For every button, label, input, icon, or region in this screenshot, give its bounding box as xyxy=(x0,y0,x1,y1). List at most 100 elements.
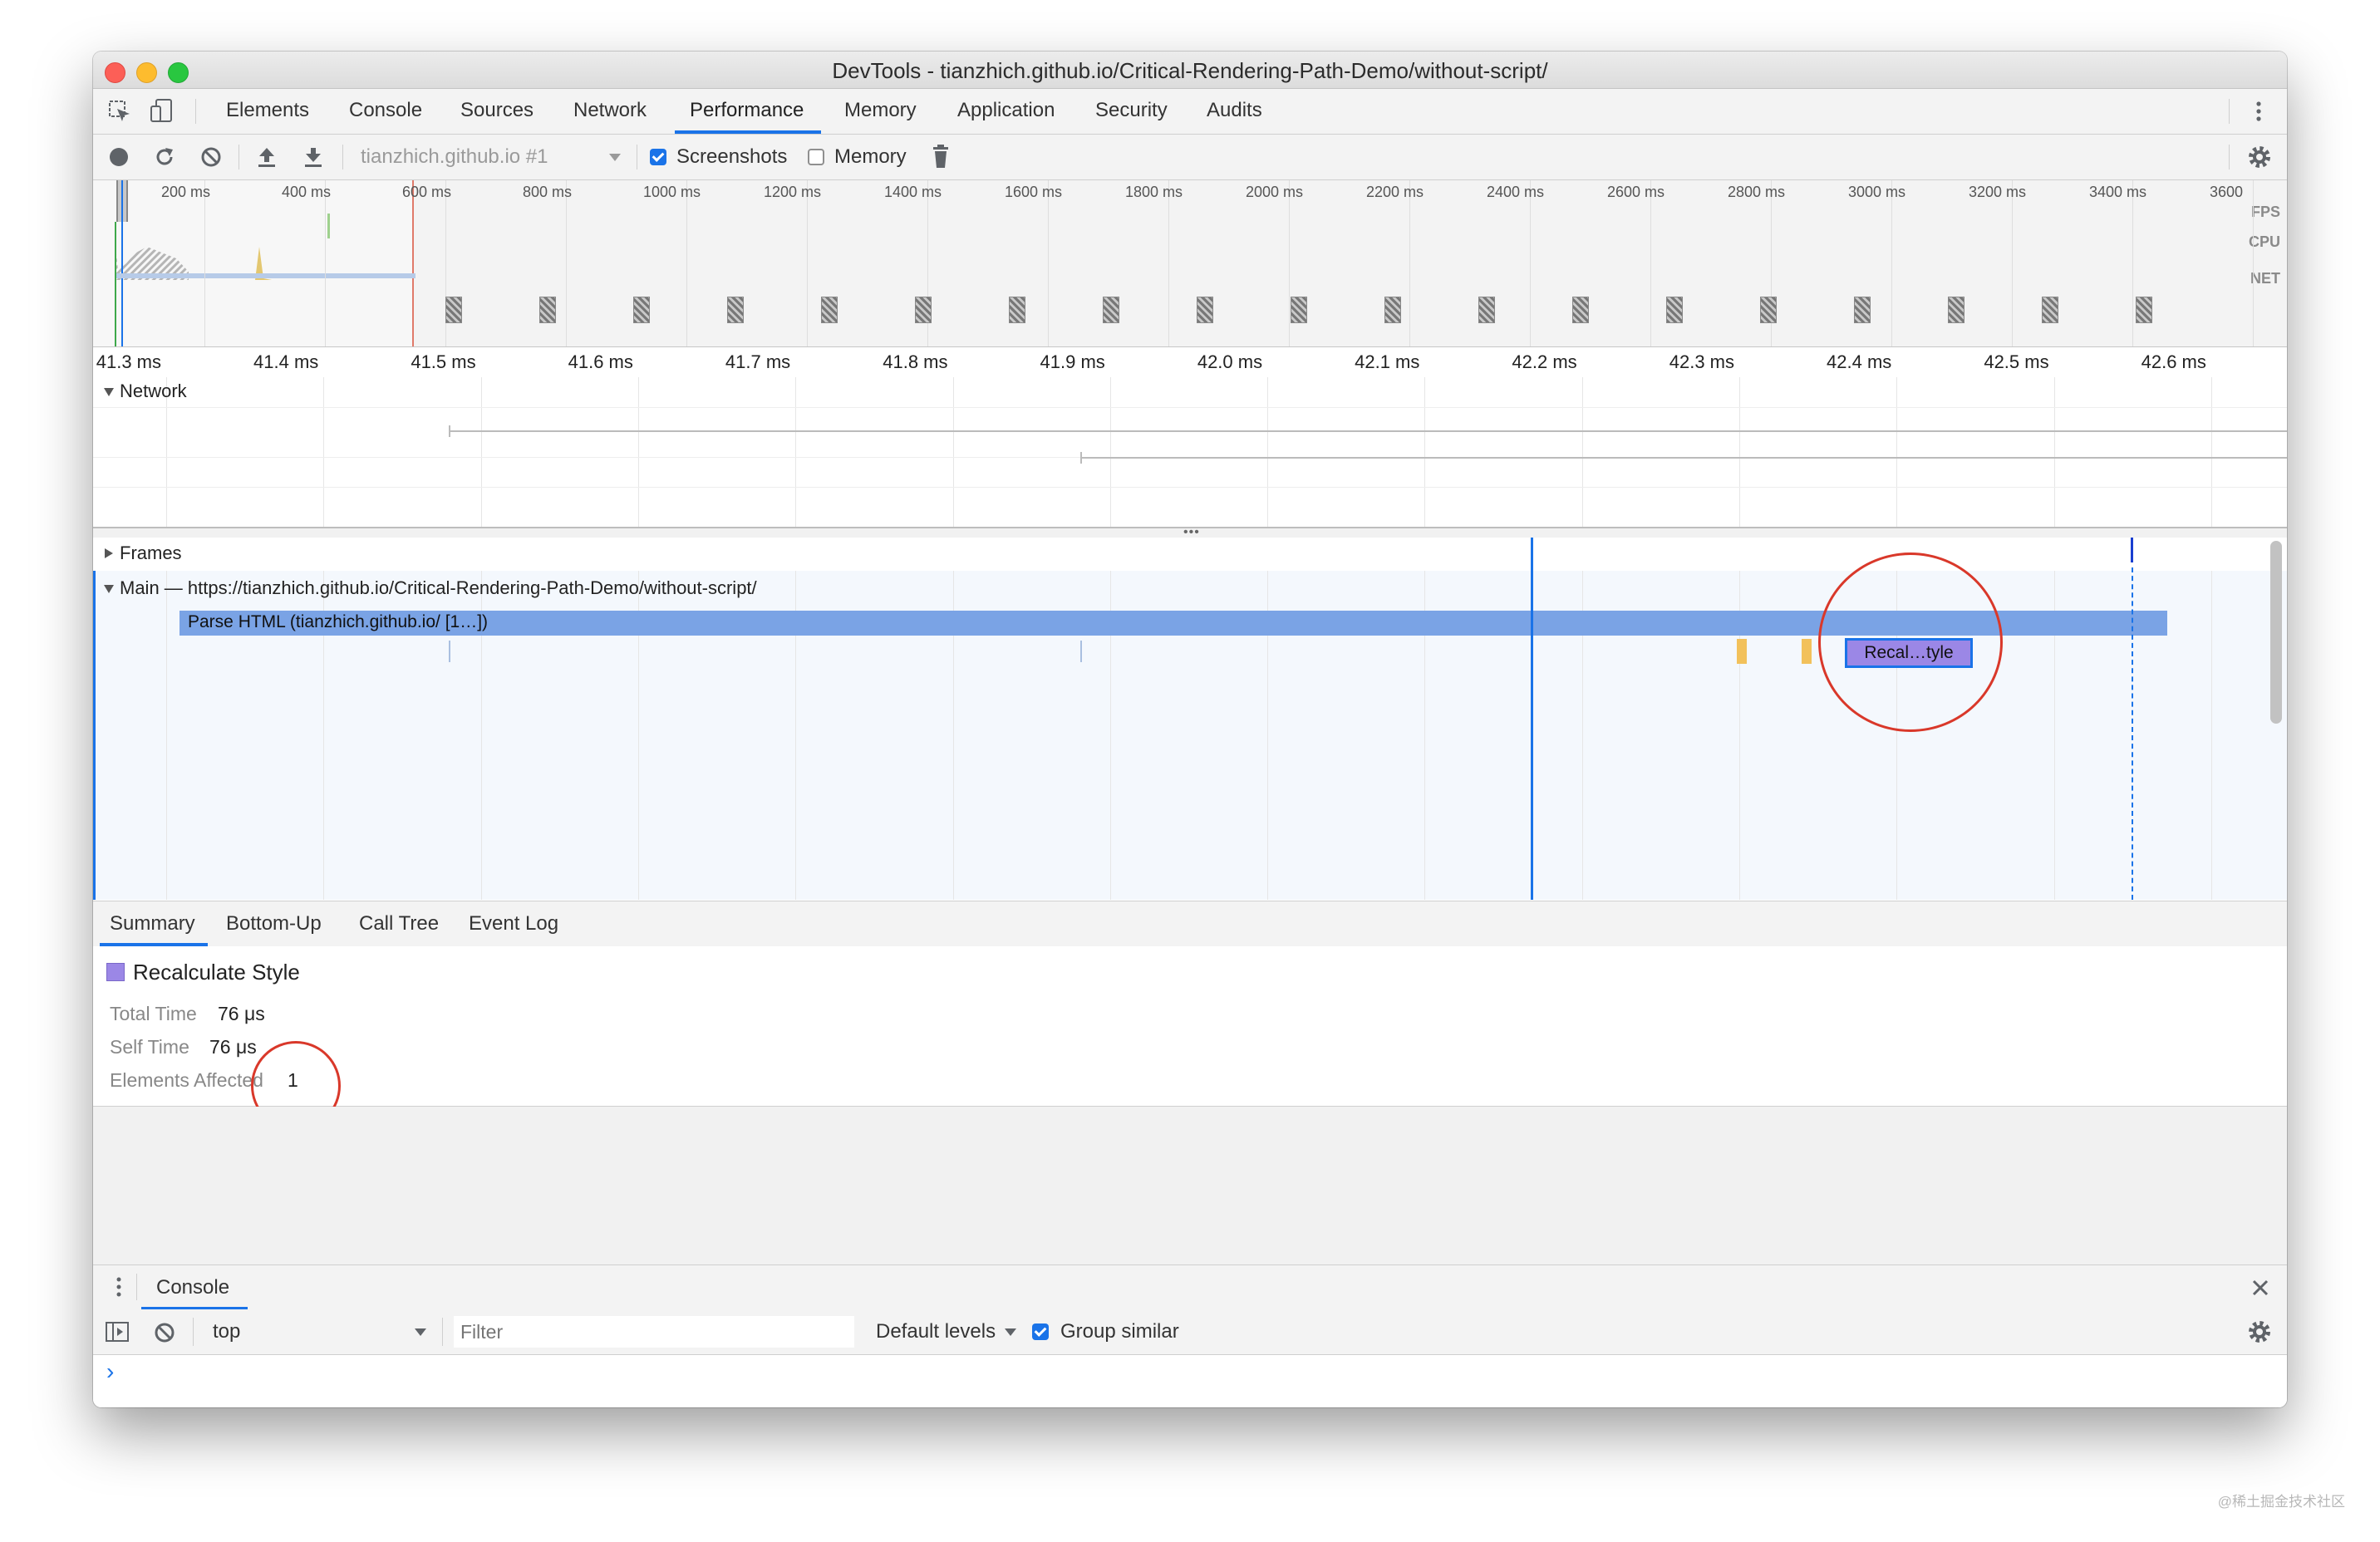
console-settings-gear-icon[interactable] xyxy=(2247,1319,2272,1344)
screenshots-checkbox[interactable] xyxy=(650,149,666,165)
time-gridline xyxy=(1109,377,1111,527)
load-profile-icon[interactable] xyxy=(256,145,278,169)
network-request-line[interactable] xyxy=(1080,457,2287,459)
close-icon[interactable] xyxy=(2250,1278,2270,1298)
console-output[interactable]: › xyxy=(93,1355,2287,1407)
reload-record-icon[interactable] xyxy=(153,145,176,169)
event-color-swatch xyxy=(106,963,125,981)
network-track-label[interactable]: Network xyxy=(103,381,187,402)
time-gridline xyxy=(2053,538,2055,900)
self-time-value: 76 μs xyxy=(209,1036,257,1058)
splitter-grip-icon: ••• xyxy=(1183,525,1200,539)
screenshot-thumbnail[interactable] xyxy=(1478,297,1495,323)
screenshot-thumbnail[interactable] xyxy=(915,297,932,323)
chevron-down-icon[interactable] xyxy=(414,1328,427,1338)
screenshot-thumbnail[interactable] xyxy=(1384,297,1401,323)
ruler-tick-label: 41.6 ms xyxy=(568,351,633,372)
tab-event-log[interactable]: Event Log xyxy=(469,912,558,936)
screenshot-thumbnail[interactable] xyxy=(445,297,462,323)
screenshot-thumbnail[interactable] xyxy=(2042,297,2058,323)
time-gridline xyxy=(1267,377,1269,527)
tab-performance[interactable]: Performance xyxy=(690,99,804,122)
overview-gridline xyxy=(807,180,808,346)
toolbar-separator xyxy=(238,145,239,169)
console-prompt[interactable]: › xyxy=(106,1358,114,1385)
load-marker-dashed xyxy=(2132,567,2133,900)
mini-event[interactable] xyxy=(449,641,450,662)
screenshot-thumbnail[interactable] xyxy=(727,297,744,323)
group-similar-checkbox[interactable] xyxy=(1032,1323,1049,1340)
drawer-menu-icon[interactable] xyxy=(115,1276,123,1299)
group-similar-label: Group similar xyxy=(1060,1320,1179,1343)
overview-tick-label: 3200 ms xyxy=(1969,184,2027,200)
clear-console-icon[interactable] xyxy=(153,1321,176,1344)
screenshot-thumbnail[interactable] xyxy=(1572,297,1589,323)
network-overview-bar xyxy=(116,273,416,278)
screenshot-thumbnail[interactable] xyxy=(821,297,838,323)
sidebar-toggle-icon[interactable] xyxy=(105,1320,130,1343)
network-label: Network xyxy=(120,381,187,401)
log-levels-select[interactable]: Default levels xyxy=(876,1320,996,1343)
tab-bottom-up[interactable]: Bottom-Up xyxy=(226,912,322,936)
screenshot-thumbnail[interactable] xyxy=(1666,297,1683,323)
overview-gridline xyxy=(1891,180,1892,346)
screenshot-thumbnail[interactable] xyxy=(1197,297,1213,323)
console-toolbar: top Default levels Group similar xyxy=(93,1309,2287,1355)
memory-label: Memory xyxy=(834,145,907,168)
tab-sources[interactable]: Sources xyxy=(460,99,534,122)
main-track-label[interactable]: Main — https://tianzhich.github.io/Criti… xyxy=(103,577,757,599)
screenshot-thumbnail[interactable] xyxy=(1009,297,1025,323)
overview-right-boundary[interactable] xyxy=(412,180,414,346)
device-toolbar-icon[interactable] xyxy=(150,98,176,125)
screenshot-thumbnail[interactable] xyxy=(539,297,556,323)
screenshot-thumbnail[interactable] xyxy=(1760,297,1777,323)
tab-security[interactable]: Security xyxy=(1095,99,1168,122)
drawer-tab-console[interactable]: Console xyxy=(156,1276,229,1299)
tab-call-tree[interactable]: Call Tree xyxy=(359,912,439,936)
chevron-down-icon[interactable] xyxy=(1004,1328,1017,1338)
screenshot-thumbnail[interactable] xyxy=(1103,297,1119,323)
save-profile-icon[interactable] xyxy=(302,145,324,169)
inspect-element-icon[interactable] xyxy=(108,100,133,125)
network-track[interactable]: Network xyxy=(93,377,2287,527)
tab-audits[interactable]: Audits xyxy=(1207,99,1262,122)
tab-console[interactable]: Console xyxy=(349,99,422,122)
time-gridline xyxy=(1267,538,1269,900)
fps-label: FPS xyxy=(2250,204,2280,220)
record-icon[interactable] xyxy=(108,146,130,168)
context-select[interactable]: top xyxy=(213,1320,240,1343)
chevron-down-icon[interactable] xyxy=(608,153,622,163)
tab-summary[interactable]: Summary xyxy=(110,912,195,936)
network-request-line[interactable] xyxy=(449,430,2287,432)
flame-chart[interactable]: Frames Main — https://tianzhich.github.i… xyxy=(93,538,2287,900)
screenshot-thumbnail[interactable] xyxy=(633,297,650,323)
script-event[interactable] xyxy=(1802,639,1812,664)
settings-gear-icon[interactable] xyxy=(2247,145,2272,169)
memory-checkbox[interactable] xyxy=(808,149,824,165)
screenshot-thumbnail[interactable] xyxy=(2136,297,2152,323)
screenshot-thumbnail[interactable] xyxy=(1291,297,1307,323)
screenshot-thumbnail[interactable] xyxy=(1948,297,1964,323)
time-gridline xyxy=(1424,538,1426,900)
frames-track-label[interactable]: Frames xyxy=(103,543,182,564)
clear-icon[interactable] xyxy=(199,145,223,169)
console-filter-input[interactable] xyxy=(454,1316,854,1348)
more-options-icon[interactable] xyxy=(2254,100,2264,125)
tab-network[interactable]: Network xyxy=(573,99,647,122)
timeline-overview[interactable]: FPS CPU NET 200 ms 400 ms 600 ms 800 ms 1000… xyxy=(93,180,2287,347)
flame-scrollbar[interactable] xyxy=(2270,541,2282,724)
track-row-divider xyxy=(93,487,2287,488)
tab-application[interactable]: Application xyxy=(957,99,1055,122)
profile-select[interactable]: tianzhich.github.io #1 xyxy=(361,145,548,169)
trash-icon[interactable] xyxy=(931,145,951,169)
tab-elements[interactable]: Elements xyxy=(226,99,309,122)
ruler-tick-label: 42.0 ms xyxy=(1197,351,1263,372)
details-tab-bar: Summary Bottom-Up Call Tree Event Log xyxy=(93,901,2287,947)
script-event[interactable] xyxy=(1737,639,1747,664)
tab-memory[interactable]: Memory xyxy=(844,99,917,122)
expand-triangle-icon xyxy=(104,388,114,396)
screenshot-thumbnail[interactable] xyxy=(1854,297,1871,323)
frame-marker xyxy=(2131,538,2133,562)
drawer-separator xyxy=(136,1274,137,1300)
mini-event[interactable] xyxy=(1080,641,1082,662)
